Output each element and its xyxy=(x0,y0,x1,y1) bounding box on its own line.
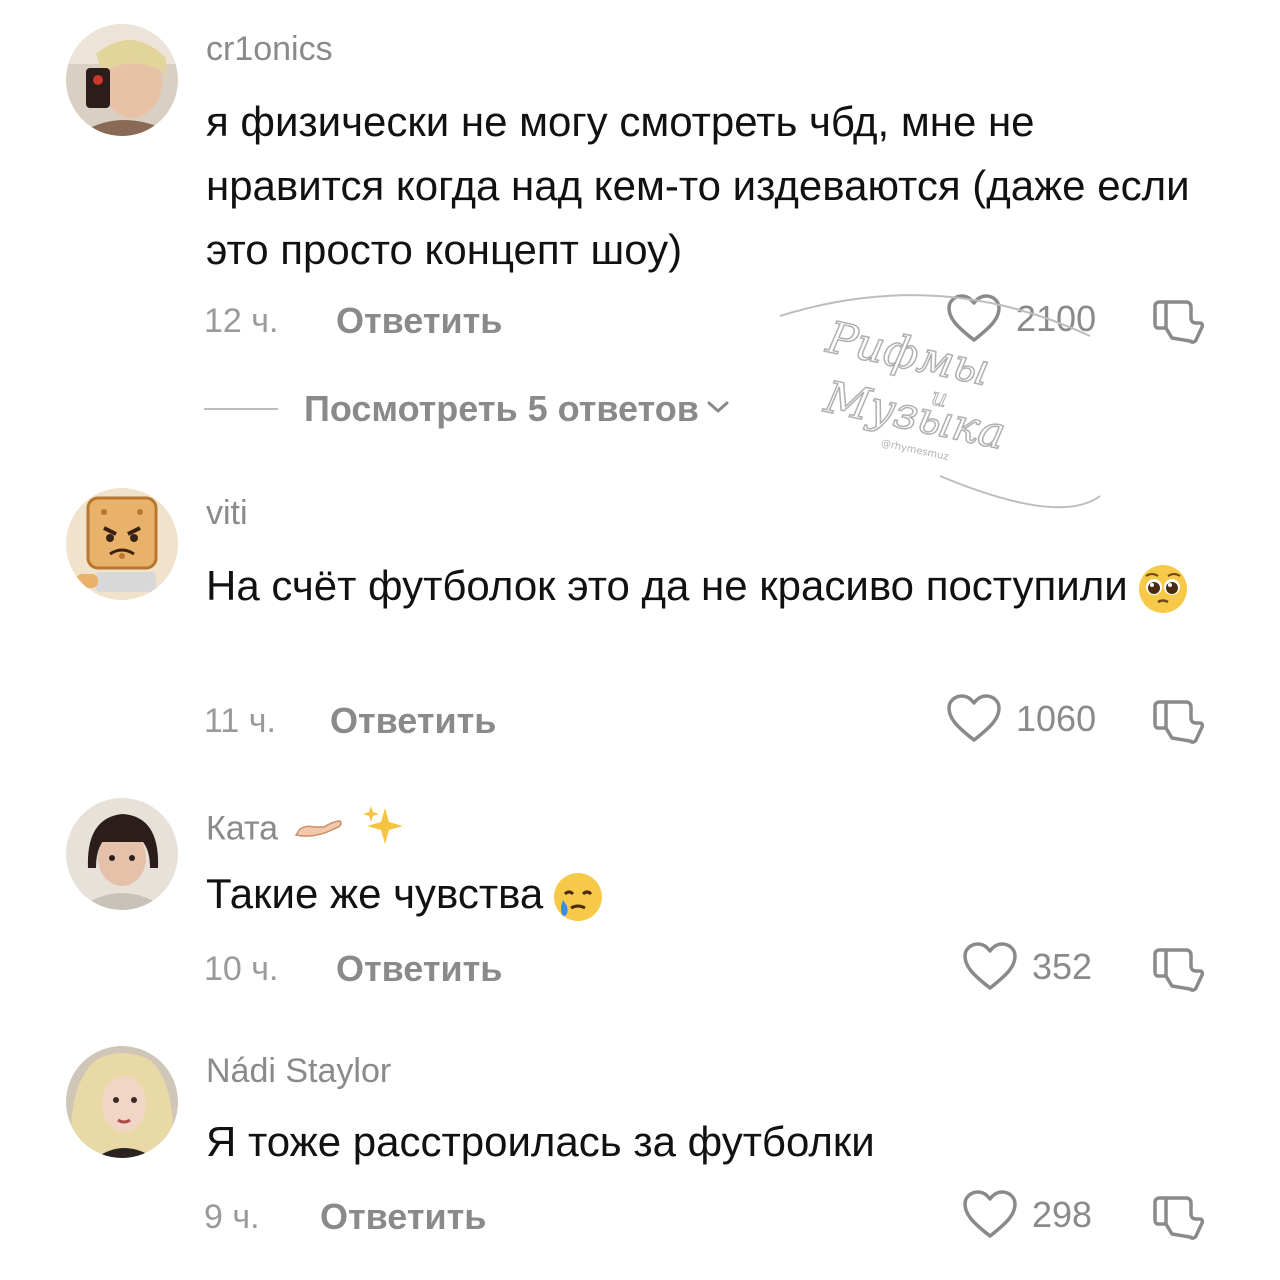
view-replies-label: Посмотреть 5 ответов xyxy=(304,388,699,429)
avatar[interactable] xyxy=(66,24,178,136)
username-text: Ката xyxy=(206,809,279,848)
comment-time: 12 ч. xyxy=(204,302,279,340)
palm-up-hand-emoji xyxy=(294,811,346,850)
reply-button[interactable]: Ответить xyxy=(330,700,496,742)
comment-text: Такие же чувства xyxy=(206,862,1206,926)
thumbs-down-outline-icon xyxy=(1152,1190,1206,1244)
like-count: 298 xyxy=(1032,1194,1093,1235)
face-holding-back-tears-emoji xyxy=(551,870,605,924)
comment-text-content: На счёт футболок это да не красиво посту… xyxy=(206,562,1128,609)
username[interactable]: viti xyxy=(206,494,248,533)
avatar[interactable] xyxy=(66,798,178,910)
replies-divider xyxy=(204,408,278,410)
watermark-handle: @rhymesmuz xyxy=(880,438,949,463)
heart-outline-icon xyxy=(946,694,1002,744)
pleading-face-emoji xyxy=(1136,562,1190,616)
comment-time: 11 ч. xyxy=(204,702,276,740)
dislike-button[interactable] xyxy=(1152,694,1206,748)
thumbs-down-outline-icon xyxy=(1152,942,1206,996)
chevron-down-icon xyxy=(705,398,731,421)
heart-outline-icon xyxy=(962,1190,1018,1240)
like-button[interactable]: 1060 xyxy=(946,694,1096,744)
like-button[interactable]: 2100 xyxy=(946,294,1096,344)
like-count: 352 xyxy=(1032,946,1093,987)
watermark-line3: Музыка xyxy=(819,372,1010,460)
dislike-button[interactable] xyxy=(1152,942,1206,996)
like-button[interactable]: 298 xyxy=(962,1190,1092,1240)
reply-button[interactable]: Ответить xyxy=(320,1196,486,1238)
avatar[interactable] xyxy=(66,1046,178,1158)
comment-text: Я тоже расстроилась за футболки xyxy=(206,1118,875,1165)
dislike-button[interactable] xyxy=(1152,294,1206,348)
sparkles-emoji xyxy=(361,804,405,857)
like-button[interactable]: 352 xyxy=(962,942,1092,992)
comment-time: 10 ч. xyxy=(204,950,279,988)
comment-text: я физически не могу смотреть чбд, мне не… xyxy=(206,98,1190,273)
heart-outline-icon xyxy=(946,294,1002,344)
watermark-line2: и xyxy=(929,382,950,413)
avatar[interactable] xyxy=(66,488,178,600)
username[interactable]: cr1onics xyxy=(206,30,333,69)
like-count: 1060 xyxy=(1016,698,1097,739)
thumbs-down-outline-icon xyxy=(1152,294,1206,348)
reply-button[interactable]: Ответить xyxy=(336,300,502,342)
username[interactable]: Ката xyxy=(206,804,405,857)
like-count: 2100 xyxy=(1016,298,1097,339)
view-replies-button[interactable]: Посмотреть 5 ответов xyxy=(204,388,731,430)
comment-text: На счёт футболок это да не красиво посту… xyxy=(206,554,1206,618)
username[interactable]: Nádi Staylor xyxy=(206,1052,391,1091)
heart-outline-icon xyxy=(962,942,1018,992)
comment-text-content: Такие же чувства xyxy=(206,870,544,917)
comment-time: 9 ч. xyxy=(204,1198,260,1236)
reply-button[interactable]: Ответить xyxy=(336,948,502,990)
thumbs-down-outline-icon xyxy=(1152,694,1206,748)
dislike-button[interactable] xyxy=(1152,1190,1206,1244)
